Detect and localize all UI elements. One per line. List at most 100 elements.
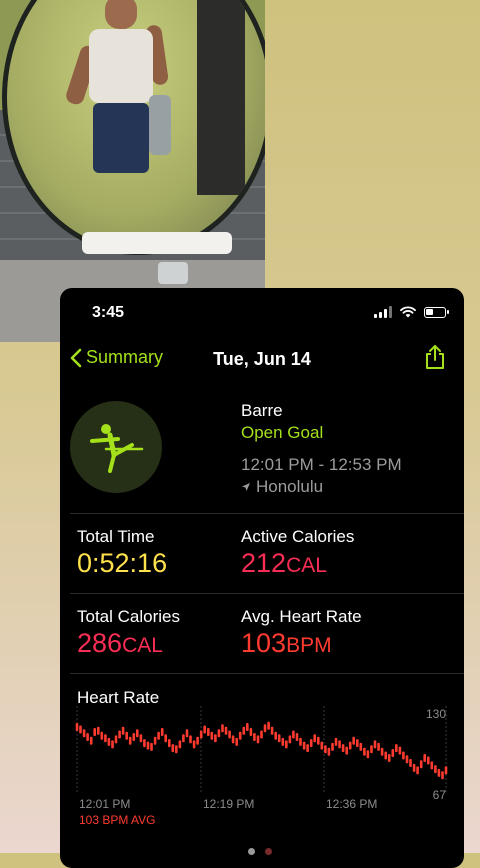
- battery-icon: [424, 306, 449, 318]
- heart-rate-point: [327, 747, 331, 756]
- status-time: 3:45: [92, 304, 125, 321]
- active-calories-unit: CAL: [286, 554, 327, 577]
- heart-rate-point: [348, 741, 352, 750]
- heart-rate-point: [405, 755, 409, 764]
- heart-rate-point: [320, 741, 324, 750]
- heart-rate-point: [430, 761, 434, 770]
- x-tick-label: 12:36 PM: [326, 797, 377, 811]
- avg-heart-rate-value: 103BPM: [241, 628, 332, 659]
- active-calories-number: 212: [241, 548, 287, 578]
- heart-rate-point: [409, 759, 412, 767]
- avg-heart-rate-number: 103: [241, 628, 287, 658]
- page-indicator[interactable]: [248, 848, 272, 855]
- heart-rate-point: [419, 760, 423, 769]
- heart-rate-point: [341, 744, 345, 753]
- heart-rate-point: [224, 726, 228, 735]
- heart-rate-point: [192, 740, 196, 749]
- divider: [70, 513, 464, 514]
- total-calories-value: 286CAL: [77, 628, 163, 659]
- blue-leggings: [93, 103, 149, 173]
- heart-rate-avg-label: 103 BPM AVG: [79, 813, 156, 827]
- heart-rate-point: [309, 739, 313, 748]
- heart-rate-point: [146, 741, 150, 750]
- heart-rate-point: [231, 735, 235, 744]
- heart-rate-point: [182, 734, 185, 743]
- shoulder-bag: [149, 95, 171, 155]
- heart-rate-point: [441, 771, 444, 780]
- cellular-signal-icon: [374, 306, 392, 318]
- heart-rate-point: [292, 730, 295, 739]
- heart-rate-point: [363, 747, 366, 756]
- page-dot[interactable]: [248, 848, 255, 855]
- location-arrow-icon: [242, 483, 250, 491]
- share-button[interactable]: [424, 344, 446, 375]
- heart-rate-point: [384, 751, 387, 760]
- heart-rate-point: [153, 736, 157, 745]
- heart-rate-point: [221, 724, 224, 733]
- heart-rate-point: [175, 745, 178, 754]
- heart-rate-point: [168, 739, 171, 748]
- heart-rate-point: [203, 725, 206, 734]
- heart-rate-point: [345, 746, 348, 755]
- heart-rate-chart: 130 67 12:01 PM 12:19 PM 12:36 PM: [75, 706, 448, 811]
- heart-rate-point: [370, 745, 373, 754]
- heart-rate-point: [359, 742, 363, 751]
- heart-rate-point: [196, 736, 199, 745]
- heart-rate-point: [313, 734, 316, 743]
- heart-rate-point: [118, 730, 121, 739]
- heart-rate-point: [331, 742, 334, 751]
- heart-rate-point: [306, 744, 309, 753]
- heart-rate-point: [114, 735, 118, 744]
- total-calories-unit: CAL: [122, 634, 163, 657]
- share-icon: [426, 345, 444, 369]
- white-top: [89, 29, 153, 103]
- workout-time-range: 12:01 PM - 12:53 PM: [241, 455, 402, 474]
- y-min-label: 67: [433, 788, 447, 802]
- heart-rate-point: [214, 734, 217, 743]
- heart-rate-point: [302, 741, 306, 750]
- heart-rate-point: [86, 733, 89, 741]
- heart-rate-point: [111, 740, 114, 749]
- avg-heart-rate-unit: BPM: [286, 634, 332, 657]
- nav-bar: Summary Tue, Jun 14: [60, 344, 464, 380]
- heart-rate-point: [260, 730, 263, 739]
- heart-rate-point: [100, 731, 104, 740]
- heart-rate-point: [217, 729, 221, 738]
- heart-rate-point: [256, 735, 260, 744]
- barre-figure-icon: [90, 424, 144, 473]
- heart-rate-point: [97, 726, 100, 735]
- workout-location: Honolulu: [241, 477, 323, 497]
- heart-rate-point: [281, 737, 285, 746]
- heart-rate-point: [210, 731, 214, 740]
- heart-rate-point: [157, 731, 160, 740]
- heart-rate-point: [82, 729, 86, 738]
- heart-rate-point: [89, 736, 93, 745]
- heart-rate-point: [263, 724, 267, 733]
- workout-name: Barre: [241, 401, 283, 420]
- heart-rate-point: [380, 747, 384, 756]
- heart-rate-point: [150, 742, 153, 751]
- workout-type-icon: [70, 401, 162, 493]
- heart-rate-point: [373, 740, 377, 749]
- faucet: [158, 262, 188, 284]
- total-time-value: 0:52:16: [77, 548, 168, 578]
- workout-screenshot: 3:45 Summary Tue, Jun 14 Barre Open Goal…: [60, 288, 464, 868]
- y-max-label: 130: [426, 707, 446, 721]
- page-dot[interactable]: [265, 848, 272, 855]
- heart-rate-point: [338, 740, 341, 749]
- heart-rate-point: [139, 734, 143, 743]
- x-tick-label: 12:19 PM: [203, 797, 254, 811]
- heart-rate-point: [416, 766, 419, 775]
- heart-rate-point: [79, 725, 82, 734]
- location-label: Honolulu: [256, 477, 324, 496]
- heart-rate-point: [132, 733, 136, 741]
- heart-rate-point: [171, 744, 175, 753]
- heart-rate-point: [136, 729, 139, 738]
- heart-rate-point: [299, 737, 302, 746]
- heart-rate-point: [228, 730, 231, 739]
- heart-rate-point: [121, 726, 125, 735]
- wifi-icon: [400, 306, 416, 318]
- heart-rate-point: [366, 750, 370, 759]
- heart-rate-point: [434, 765, 437, 774]
- heart-rate-point: [423, 754, 426, 762]
